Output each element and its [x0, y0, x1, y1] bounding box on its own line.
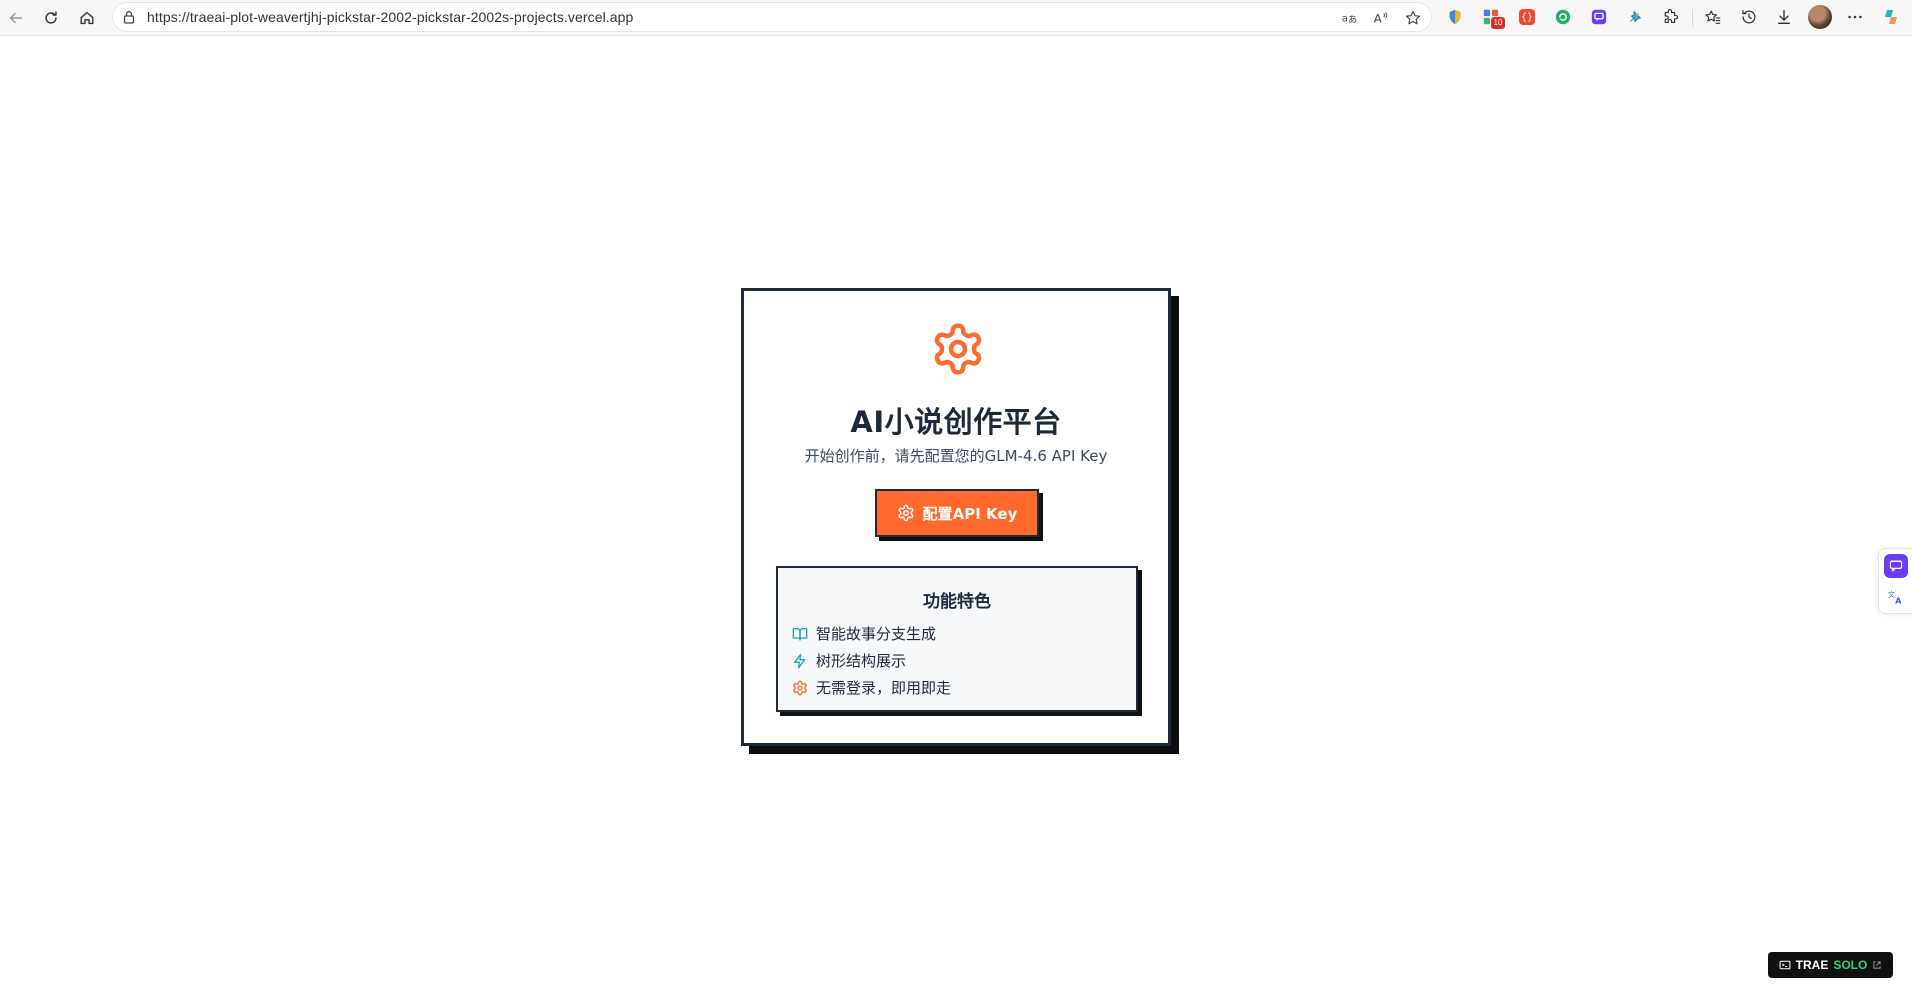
features-panel: 功能特色 智能故事分支生成 树形结构展示 无需登录，即用即走: [776, 566, 1138, 712]
svg-text:a: a: [1342, 14, 1348, 25]
back-button[interactable]: [2, 4, 30, 32]
feature-item: 智能故事分支生成: [792, 623, 936, 644]
extensions-puzzle-icon[interactable]: [1660, 6, 1682, 28]
extension-grid-icon[interactable]: 10: [1480, 6, 1505, 29]
trae-brand-label: TRAE: [1795, 958, 1829, 972]
features-title: 功能特色: [923, 592, 991, 612]
toolbar-divider: [1692, 9, 1693, 27]
page-subtitle: 开始创作前，请先配置您的GLM-4.6 API Key: [804, 447, 1108, 465]
favorite-star-icon[interactable]: [1403, 8, 1423, 28]
extension-badge: 10: [1491, 17, 1505, 29]
feature-label: 智能故事分支生成: [816, 625, 937, 643]
side-chat-button[interactable]: [1884, 554, 1908, 578]
history-icon[interactable]: [1738, 6, 1760, 28]
gear-icon: [934, 323, 982, 375]
feature-item: 无需登录，即用即走: [792, 677, 951, 698]
reload-icon: [45, 11, 57, 24]
extension-pin-icon[interactable]: [1624, 6, 1646, 28]
book-open-icon: [792, 627, 808, 641]
feature-label: 树形结构展示: [816, 652, 907, 670]
external-link-icon: [1873, 961, 1881, 969]
extension-shield-icon[interactable]: [1444, 6, 1466, 28]
more-menu-icon[interactable]: [1844, 6, 1866, 28]
copilot-icon[interactable]: [1880, 6, 1902, 28]
page-title: AI小说创作平台: [850, 405, 1062, 439]
read-aloud-icon[interactable]: A: [1371, 8, 1391, 28]
svg-text:A: A: [1895, 595, 1902, 605]
favorites-icon[interactable]: [1702, 6, 1724, 28]
svg-text:あ: あ: [1348, 15, 1357, 26]
side-tool-panel: 文A: [1878, 548, 1912, 614]
feature-label: 无需登录，即用即走: [816, 679, 952, 697]
svg-text:A: A: [1374, 12, 1382, 26]
feature-item: 树形结构展示: [792, 650, 906, 671]
address-bar[interactable]: https://traeai-plot-weavertjhj-pickstar-…: [112, 2, 1432, 32]
extension-refresh-green-icon[interactable]: [1552, 6, 1574, 28]
lightning-icon: [794, 653, 806, 668]
extension-purple-chat-icon[interactable]: [1588, 6, 1610, 28]
configure-api-key-label: 配置API Key: [922, 504, 1018, 523]
reload-button[interactable]: [37, 4, 65, 32]
side-translate-button[interactable]: 文A: [1884, 585, 1908, 609]
translate-icon[interactable]: aあ: [1339, 8, 1359, 28]
lock-icon[interactable]: [121, 9, 137, 25]
terminal-icon: [1779, 960, 1791, 970]
profile-avatar[interactable]: [1808, 5, 1832, 29]
trae-solo-badge[interactable]: TRAE SOLO: [1768, 952, 1893, 978]
arrow-left-icon: [9, 12, 23, 24]
extension-braces-icon[interactable]: {}: [1516, 6, 1538, 28]
setup-card: AI小说创作平台 开始创作前，请先配置您的GLM-4.6 API Key 配置A…: [741, 288, 1171, 746]
downloads-icon[interactable]: [1773, 6, 1795, 28]
gear-icon: [793, 680, 807, 695]
translate-icon: 文A: [1888, 590, 1902, 605]
configure-api-key-button[interactable]: 配置API Key: [875, 489, 1039, 537]
browser-toolbar: https://traeai-plot-weavertjhj-pickstar-…: [0, 0, 1912, 36]
chat-icon: [1889, 560, 1903, 572]
url-text[interactable]: https://traeai-plot-weavertjhj-pickstar-…: [147, 9, 633, 25]
home-icon: [80, 11, 94, 25]
home-button[interactable]: [73, 4, 101, 32]
trae-mode-label: SOLO: [1833, 958, 1868, 972]
gear-icon: [898, 504, 914, 522]
svg-text:文: 文: [1888, 590, 1895, 599]
